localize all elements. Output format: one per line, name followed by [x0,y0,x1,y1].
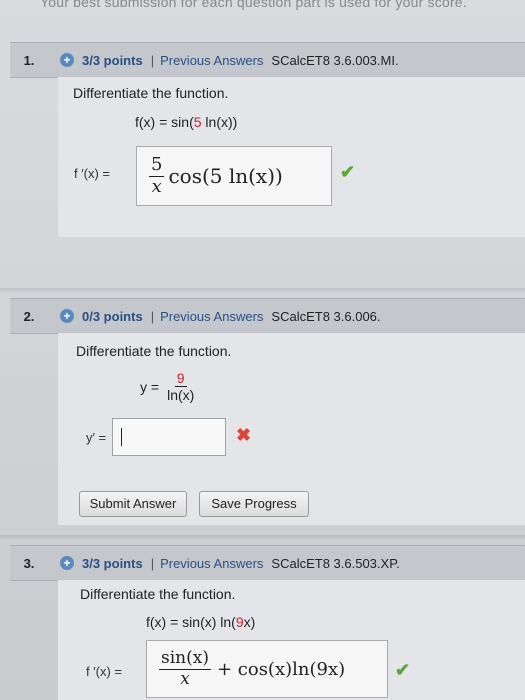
checkmark-icon: ✔ [395,660,411,680]
separator: | [150,308,155,324]
x-mark-icon: ✖ [236,425,252,445]
question-3-header: 3. + 3/3 points | Previous Answers SCalc… [10,545,525,581]
question-instruction: Differentiate the function. [80,586,236,602]
points-score: 0/3 points [82,308,143,324]
answer-expression: + cos(x)ln(9x) [216,658,346,680]
save-progress-button[interactable]: Save Progress [199,491,309,517]
answer-input[interactable] [112,418,226,456]
divider [0,535,525,541]
function-denominator: ln(x) [167,387,195,404]
previous-answers-link[interactable]: Previous Answers [160,309,263,324]
divider [0,288,525,294]
answer-numerator: sin(x) [159,647,211,670]
function-lhs: f(x) = sin(x) ln( [146,614,236,630]
function-rhs: x) [243,614,256,630]
question-source: SCalcET8 3.6.006. [271,308,381,324]
answer-denominator: x [180,668,190,689]
answer-label: f ′(x) = [74,166,111,181]
function-lhs: y = [140,378,160,395]
points-score: 3/3 points [82,52,143,68]
function-rhs: ln(x)) [201,114,238,130]
question-2-header: 2. + 0/3 points | Previous Answers SCalc… [10,298,525,334]
separator: | [150,555,155,571]
question-instruction: Differentiate the function. [76,343,232,359]
question-number: 3. [23,555,35,571]
function-lhs: f(x) = sin( [135,114,194,130]
submit-answer-button[interactable]: Submit Answer [79,491,187,517]
previous-answers-link[interactable]: Previous Answers [160,53,263,68]
points-score: 3/3 points [82,555,143,571]
checkmark-icon: ✔ [340,162,356,182]
function-highlight: 5 [193,114,202,130]
question-instruction: Differentiate the function. [73,85,229,101]
score-banner: Your best submission for each question p… [40,0,467,10]
plus-circle-icon[interactable]: + [60,53,74,67]
function-definition: f(x) = sin(5 ln(x)) [135,114,237,130]
answer-denominator: x [151,175,162,197]
question-number: 1. [23,52,35,68]
question-number: 2. [23,308,35,324]
function-highlight: 9 [235,614,244,630]
previous-answers-link[interactable]: Previous Answers [160,556,263,571]
function-numerator: 9 [174,370,187,388]
answer-label: y′ = [86,430,107,445]
function-definition: y = 9 ln(x) [140,370,198,403]
plus-circle-icon[interactable]: + [60,556,74,570]
separator: | [150,52,155,68]
function-definition: f(x) = sin(x) ln(9x) [146,614,255,630]
plus-circle-icon[interactable]: + [60,309,74,323]
answer-numerator: 5 [149,153,165,177]
question-1-header: 1. + 3/3 points | Previous Answers SCalc… [10,42,525,78]
question-source: SCalcET8 3.6.003.MI. [271,52,399,68]
answer-field[interactable]: 5 x cos(5 ln(x)) [136,146,332,206]
answer-field[interactable]: sin(x) x + cos(x)ln(9x) [146,640,388,698]
answer-label: f ′(x) = [86,664,123,679]
answer-expression: cos(5 ln(x)) [168,164,283,188]
question-source: SCalcET8 3.6.503.XP. [271,555,400,571]
text-caret [121,428,122,446]
